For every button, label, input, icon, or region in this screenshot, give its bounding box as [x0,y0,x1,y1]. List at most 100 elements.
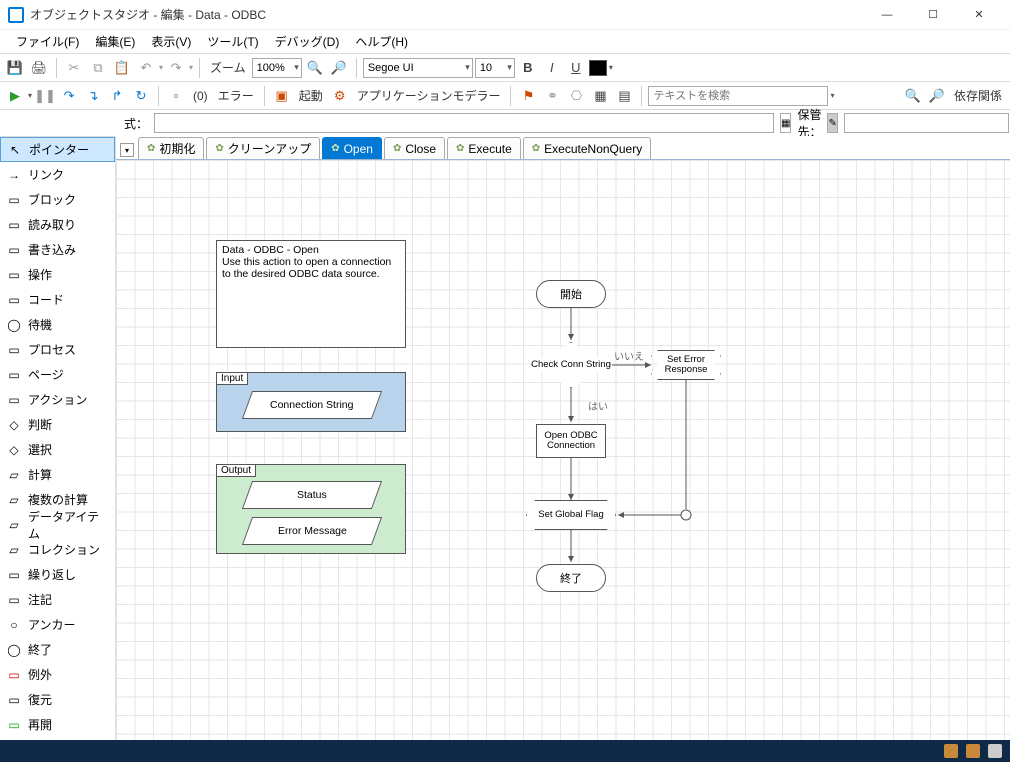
save-to-input[interactable] [844,113,1009,133]
menu-edit[interactable]: 編集(E) [87,30,143,53]
tool-recover[interactable]: ▭復元 [0,687,115,712]
step-into-icon[interactable]: ↴ [82,85,104,107]
expr-calc-button[interactable]: ▦ [780,113,791,133]
tab-init[interactable]: ✿初期化 [138,137,204,159]
play-icon[interactable]: ▶ [4,85,26,107]
menu-file[interactable]: ファイル(F) [8,30,87,53]
zoom-dropdown[interactable]: 100% [252,58,302,78]
tool-wait[interactable]: ◯待機 [0,312,115,337]
tool-link[interactable]: →リンク [0,162,115,187]
search-input[interactable] [648,86,828,106]
element-icon[interactable]: ⎔ [565,85,587,107]
tab-execute-nonquery[interactable]: ✿ExecuteNonQuery [523,137,651,159]
tool-exception[interactable]: ▭例外 [0,662,115,687]
region-icon[interactable]: ▦ [589,85,611,107]
tab-execute[interactable]: ✿Execute [447,137,521,159]
bold-button[interactable]: B [517,57,539,79]
maximize-button[interactable]: ☐ [910,0,956,30]
node-set-flag[interactable]: Set Global Flag [526,500,616,530]
tool-pointer[interactable]: ↖ポインター [0,137,115,162]
print-icon[interactable]: 🖨 [28,57,50,79]
title-bar: オブジェクトスタジオ - 編集 - Data - ODBC — ☐ ✕ [0,0,1010,30]
expr-input[interactable] [154,113,774,133]
zoom-out-icon[interactable]: 🔍 [304,57,326,79]
step-over-icon[interactable]: ↷ [58,85,80,107]
tool-choice[interactable]: ◇選択 [0,437,115,462]
tool-action[interactable]: ▭アクション [0,387,115,412]
paste-icon[interactable]: 📋 [111,57,133,79]
font-size-dropdown[interactable]: 10 [475,58,515,78]
close-button[interactable]: ✕ [956,0,1002,30]
tool-collection[interactable]: ▱コレクション [0,537,115,562]
cut-icon[interactable]: ✂ [63,57,85,79]
tab-dropdown[interactable]: ▾ [120,143,134,157]
tool-decision[interactable]: ◇判断 [0,412,115,437]
highlight-icon[interactable]: ▤ [613,85,635,107]
minimize-button[interactable]: — [864,0,910,30]
status-icon-1[interactable] [944,744,958,758]
save-icon[interactable]: 💾 [4,57,26,79]
input-block[interactable]: Input Connection String [216,372,406,432]
italic-button[interactable]: I [541,57,563,79]
color-swatch[interactable] [589,60,607,76]
font-name-dropdown[interactable]: Segoe UI [363,58,473,78]
underline-button[interactable]: U [565,57,587,79]
canvas[interactable]: Data - ODBC - Open Use this action to op… [116,160,1010,740]
flag-icon[interactable]: ⚑ [517,85,539,107]
page-icon[interactable]: ▫ [165,85,187,107]
find-icon[interactable]: 🔍 [902,85,924,107]
redo-icon[interactable]: ↷ [165,57,187,79]
tool-page[interactable]: ▭ページ [0,362,115,387]
tab-close[interactable]: ✿Close [384,137,445,159]
tool-dataitem[interactable]: ▱データアイテム [0,512,115,537]
tool-calc[interactable]: ▱計算 [0,462,115,487]
pause-icon[interactable]: ❚❚ [34,85,56,107]
find-all-icon[interactable]: 🔎 [926,85,948,107]
data-status[interactable]: Status [242,481,382,509]
toolbar-main: 💾 🖨 ✂ ⧉ 📋 ↶ ▾ ↷ ▾ ズーム 100% 🔍 🔎 Segoe UI … [0,54,1010,82]
menu-help[interactable]: ヘルプ(H) [347,30,416,53]
node-end[interactable]: 終了 [536,564,606,592]
tool-process[interactable]: ▭プロセス [0,337,115,362]
tool-read[interactable]: ▭読み取り [0,212,115,237]
tool-end[interactable]: ◯終了 [0,637,115,662]
node-open-odbc[interactable]: Open ODBC Connection [536,424,606,458]
menu-debug[interactable]: デバッグ(D) [267,30,348,53]
dep-label[interactable]: 依存関係 [950,87,1006,104]
error-label[interactable]: エラー [214,87,258,104]
save-to-button[interactable]: ✎ [827,113,837,133]
undo-icon[interactable]: ↶ [135,57,157,79]
tool-note[interactable]: ▭注記 [0,587,115,612]
tool-anchor[interactable]: ○アンカー [0,612,115,637]
node-check-conn[interactable]: Check Conn String [531,342,611,388]
app-modeler-icon[interactable]: ⚙ [329,85,351,107]
tool-code[interactable]: ▭コード [0,287,115,312]
menu-tools[interactable]: ツール(T) [199,30,266,53]
tab-open[interactable]: ✿Open [322,137,382,159]
status-icon-3[interactable] [988,744,1002,758]
node-start[interactable]: 開始 [536,280,606,308]
tool-block[interactable]: ▭ブロック [0,187,115,212]
link-icon[interactable]: ⚭ [541,85,563,107]
reset-icon[interactable]: ↻ [130,85,152,107]
status-icon-2[interactable] [966,744,980,758]
tool-loop[interactable]: ▭繰り返し [0,562,115,587]
output-block[interactable]: Output Status Error Message [216,464,406,554]
note-title: Data - ODBC - Open [222,244,400,256]
tab-cleanup[interactable]: ✿クリーンアップ [206,137,320,159]
copy-icon[interactable]: ⧉ [87,57,109,79]
app-modeler-label[interactable]: アプリケーションモデラー [353,87,505,104]
launch-icon[interactable]: ▣ [271,85,293,107]
node-set-error[interactable]: Set Error Response [651,350,721,380]
zoom-in-icon[interactable]: 🔎 [328,57,350,79]
gear-icon: ✿ [147,143,155,154]
note-stage[interactable]: Data - ODBC - Open Use this action to op… [216,240,406,348]
launch-label[interactable]: 起動 [295,87,327,104]
tool-navigate[interactable]: ▭操作 [0,262,115,287]
tool-resume[interactable]: ▭再開 [0,712,115,737]
step-out-icon[interactable]: ↱ [106,85,128,107]
menu-view[interactable]: 表示(V) [143,30,199,53]
tool-write[interactable]: ▭書き込み [0,237,115,262]
data-error-msg[interactable]: Error Message [242,517,382,545]
data-conn-string[interactable]: Connection String [242,391,382,419]
